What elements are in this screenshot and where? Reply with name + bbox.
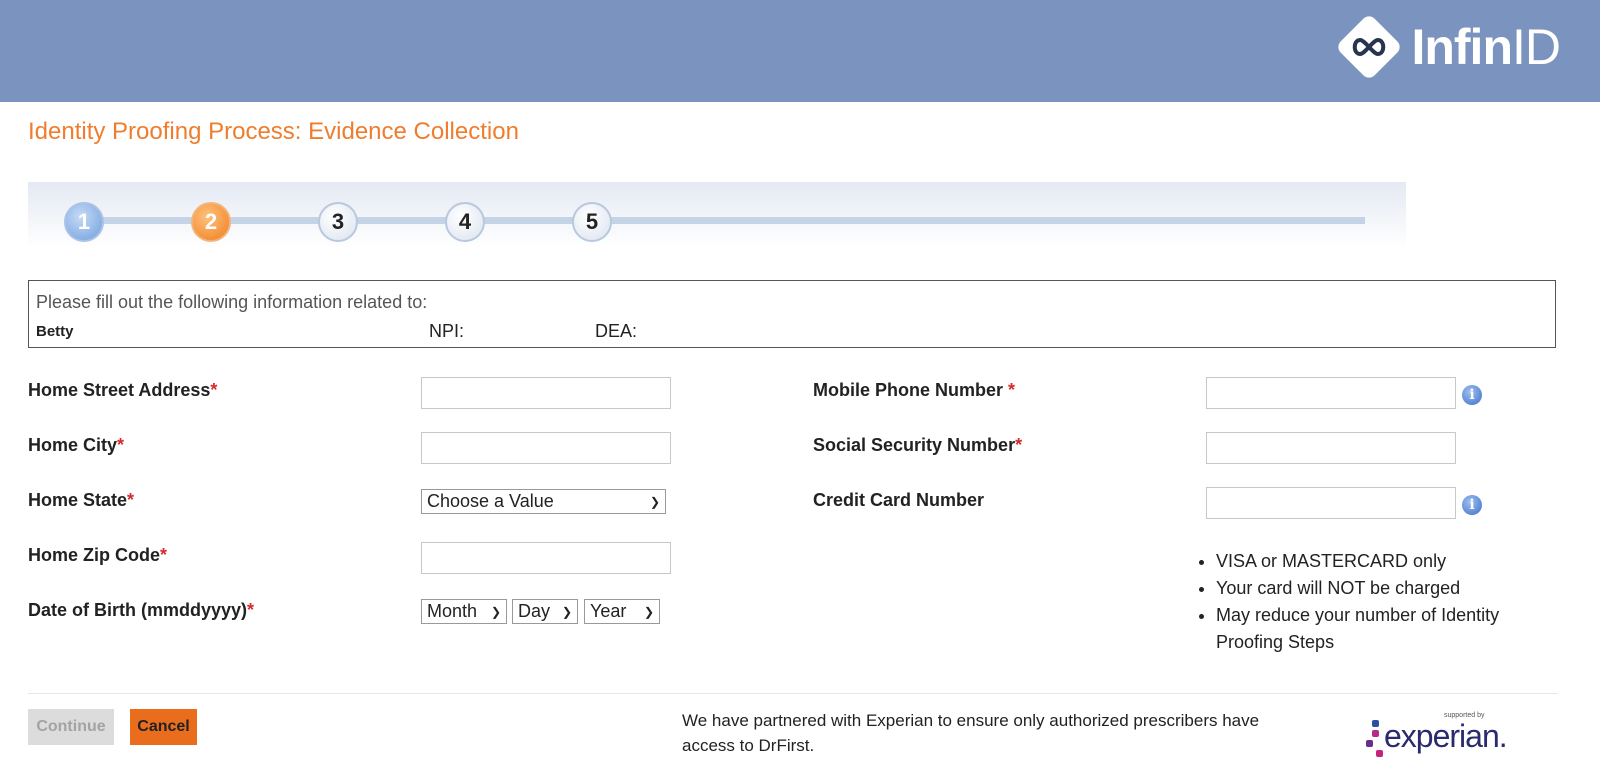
logo-dot xyxy=(1372,720,1379,727)
credit-card-input[interactable] xyxy=(1206,487,1456,519)
logo-dot xyxy=(1376,750,1383,757)
cancel-button[interactable]: Cancel xyxy=(130,709,197,745)
infinid-logo: InfinID xyxy=(1335,13,1561,81)
list-item: May reduce your number of Identity Proof… xyxy=(1216,602,1556,656)
info-prompt: Please fill out the following informatio… xyxy=(36,292,428,312)
logo-wordmark: InfinID xyxy=(1411,19,1561,75)
mobile-label: Mobile Phone Number * xyxy=(813,380,1016,400)
ssn-input[interactable] xyxy=(1206,432,1456,464)
page-title: Identity Proofing Process: Evidence Coll… xyxy=(28,118,519,145)
chevron-down-icon: ❯ xyxy=(490,604,501,619)
credit-card-info-icon[interactable]: i xyxy=(1462,495,1482,515)
progress-stepper: 1 2 3 4 5 xyxy=(28,182,1406,248)
zip-input[interactable] xyxy=(421,542,671,574)
step-2: 2 xyxy=(191,202,231,242)
footer-divider xyxy=(28,693,1558,694)
credit-card-label: Credit Card Number xyxy=(813,490,985,510)
infinity-icon xyxy=(1335,13,1404,81)
experian-wordmark: experian. xyxy=(1384,718,1508,754)
prescriber-info-box: Please fill out the following informatio… xyxy=(28,280,1556,348)
step-track xyxy=(88,217,1365,224)
dea-label: DEA: xyxy=(595,321,638,341)
logo-dot xyxy=(1366,740,1373,747)
street-input[interactable] xyxy=(421,377,671,409)
step-5: 5 xyxy=(572,202,612,242)
zip-label: Home Zip Code* xyxy=(28,545,168,565)
credit-card-notes: VISA or MASTERCARD only Your card will N… xyxy=(1198,548,1556,656)
state-label: Home State* xyxy=(28,490,135,510)
partner-text: We have partnered with Experian to ensur… xyxy=(682,711,1260,755)
chevron-down-icon: ❯ xyxy=(643,604,654,619)
prescriber-name: Betty xyxy=(36,323,74,340)
mobile-input[interactable] xyxy=(1206,377,1456,409)
step-3: 3 xyxy=(318,202,358,242)
logo-dot xyxy=(1372,730,1379,737)
street-label: Home Street Address* xyxy=(28,380,218,400)
mobile-info-icon[interactable]: i xyxy=(1462,385,1482,405)
city-input[interactable] xyxy=(421,432,671,464)
list-item: Your card will NOT be charged xyxy=(1216,575,1556,602)
step-4: 4 xyxy=(445,202,485,242)
city-label: Home City* xyxy=(28,435,125,455)
dob-year-select[interactable]: Year ❯ xyxy=(584,599,660,624)
dob-label: Date of Birth (mmddyyyy)* xyxy=(28,600,255,620)
step-1: 1 xyxy=(64,202,104,242)
dob-month-select[interactable]: Month ❯ xyxy=(421,599,507,624)
ssn-label: Social Security Number* xyxy=(813,435,1023,455)
list-item: VISA or MASTERCARD only xyxy=(1216,548,1556,575)
chevron-down-icon: ❯ xyxy=(561,604,572,619)
chevron-down-icon: ❯ xyxy=(649,494,660,509)
dob-day-select[interactable]: Day ❯ xyxy=(512,599,578,624)
continue-button[interactable]: Continue xyxy=(28,709,114,745)
header-bar: InfinID xyxy=(0,0,1600,102)
npi-label: NPI: xyxy=(429,321,465,341)
state-select[interactable]: Choose a Value ❯ xyxy=(421,489,666,514)
